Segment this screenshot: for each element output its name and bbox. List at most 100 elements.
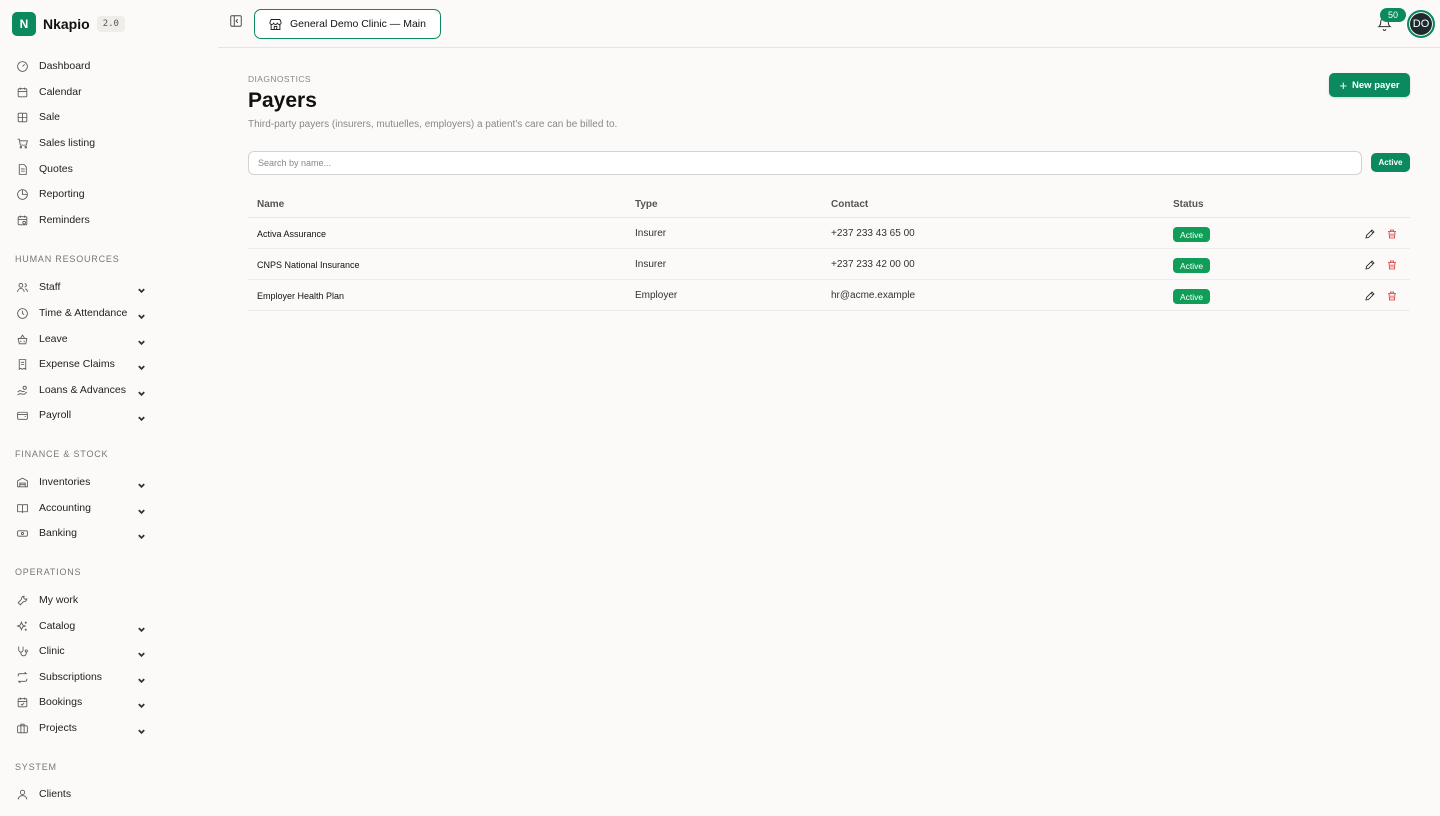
book-open-icon xyxy=(15,501,29,515)
sidebar-item-leave[interactable]: Leave xyxy=(15,327,152,351)
user-avatar[interactable]: DO xyxy=(1407,10,1435,38)
chevron-down-icon xyxy=(137,503,146,515)
column-header-status[interactable]: Status xyxy=(1173,199,1204,210)
sidebar-item-bookings[interactable]: Bookings xyxy=(15,690,152,714)
sidebar-item-inventories[interactable]: Inventories xyxy=(15,470,152,494)
new-payer-button[interactable]: + New payer xyxy=(1329,73,1410,97)
status-badge: Active xyxy=(1173,227,1211,242)
sidebar-item-catalog[interactable]: Catalog xyxy=(15,614,152,638)
brand[interactable]: N Nkapio 2.0 xyxy=(12,12,125,36)
delete-button[interactable] xyxy=(1386,289,1399,302)
payer-name[interactable]: CNPS National Insurance xyxy=(257,260,360,270)
sidebar-item-label: Catalog xyxy=(39,620,76,632)
sidebar-item-clients[interactable]: Clients xyxy=(15,782,152,806)
sidebar-item-calendar[interactable]: Calendar xyxy=(15,80,152,104)
sidebar-item-label: Projects xyxy=(39,722,77,734)
edit-button[interactable] xyxy=(1364,258,1377,271)
gauge-icon xyxy=(15,59,29,73)
sidebar-item-reminders[interactable]: Reminders xyxy=(15,208,152,232)
sidebar-item-time-attendance[interactable]: Time & Attendance xyxy=(15,301,152,325)
payer-contact: hr@acme.example xyxy=(831,290,916,301)
sidebar-item-label: Expense Claims xyxy=(39,358,115,370)
sidebar: N Nkapio 2.0 Dashboard Calendar Sale Sal… xyxy=(0,0,218,816)
delete-button[interactable] xyxy=(1386,227,1399,240)
sidebar-item-subscriptions[interactable]: Subscriptions xyxy=(15,665,152,689)
column-header-type[interactable]: Type xyxy=(635,199,658,210)
sidebar-item-clinic[interactable]: Clinic xyxy=(15,639,152,663)
sidebar-item-label: Bookings xyxy=(39,696,83,708)
chevron-down-icon xyxy=(137,723,146,735)
column-header-name[interactable]: Name xyxy=(257,199,284,210)
user-icon xyxy=(15,787,29,801)
payer-name[interactable]: Employer Health Plan xyxy=(257,291,344,301)
sidebar-item-banking[interactable]: Banking xyxy=(15,521,152,545)
top-bar: General Demo Clinic — Main 50 DO xyxy=(218,0,1440,48)
notification-count-badge: 50 xyxy=(1380,8,1406,22)
sidebar-item-projects[interactable]: Projects xyxy=(15,716,152,740)
trash-icon xyxy=(1388,260,1396,270)
sidebar-item-payroll[interactable]: Payroll xyxy=(15,403,152,427)
chevron-down-icon xyxy=(137,385,146,397)
edit-button[interactable] xyxy=(1364,289,1377,302)
sidebar-item-label: Reporting xyxy=(39,188,85,200)
sidebar-item-accounting[interactable]: Accounting xyxy=(15,496,152,520)
sidebar-item-expense-claims[interactable]: Expense Claims xyxy=(15,352,152,376)
chevron-down-icon xyxy=(137,646,146,658)
plus-icon: + xyxy=(1339,77,1348,93)
sidebar-item-label: Payroll xyxy=(39,409,72,421)
chevron-down-icon xyxy=(137,359,146,371)
sidebar-toggle-button[interactable] xyxy=(229,14,243,28)
grid-icon xyxy=(15,110,29,124)
basket-icon xyxy=(15,332,29,346)
sidebar-item-label: Loans & Advances xyxy=(39,384,126,396)
trash-icon xyxy=(1388,229,1396,239)
breadcrumb: DIAGNOSTICS xyxy=(248,74,311,84)
search-input[interactable] xyxy=(248,151,1362,175)
sparkles-icon xyxy=(15,619,29,633)
section-human-resources: HUMAN RESOURCES xyxy=(15,254,120,264)
cart-icon xyxy=(15,136,29,150)
sidebar-item-label: Accounting xyxy=(39,502,91,514)
section-finance-stock: FINANCE & STOCK xyxy=(15,449,109,459)
delete-button[interactable] xyxy=(1386,258,1399,271)
sidebar-item-reporting[interactable]: Reporting xyxy=(15,182,152,206)
column-header-contact[interactable]: Contact xyxy=(831,199,868,210)
table-row[interactable]: CNPS National Insurance Insurer +237 233… xyxy=(248,249,1410,280)
sidebar-item-label: Inventories xyxy=(39,476,91,488)
trash-icon xyxy=(1388,291,1396,301)
sidebar-item-sale[interactable]: Sale xyxy=(15,105,152,129)
table-row[interactable]: Activa Assurance Insurer +237 233 43 65 … xyxy=(248,218,1410,249)
calendar-check-icon xyxy=(15,695,29,709)
chevron-down-icon xyxy=(137,477,146,489)
sidebar-item-label: Time & Attendance xyxy=(39,307,128,319)
sidebar-item-staff[interactable]: Staff xyxy=(15,275,152,299)
clinic-switcher-button[interactable]: General Demo Clinic — Main xyxy=(254,9,441,39)
calendar-icon xyxy=(15,85,29,99)
pencil-icon xyxy=(1365,291,1375,301)
chevron-down-icon xyxy=(137,334,146,346)
page-subtitle: Third-party payers (insurers, mutuelles,… xyxy=(248,119,618,130)
payer-name[interactable]: Activa Assurance xyxy=(257,229,326,239)
active-filter-button[interactable]: Active xyxy=(1371,153,1410,172)
wallet-icon xyxy=(15,408,29,422)
pie-chart-icon xyxy=(15,187,29,201)
sidebar-item-quotes[interactable]: Quotes xyxy=(15,157,152,181)
clock-icon xyxy=(15,306,29,320)
sidebar-item-label: Clients xyxy=(39,788,72,800)
sidebar-item-dashboard[interactable]: Dashboard xyxy=(15,54,152,78)
page-title: Payers xyxy=(248,89,317,112)
sidebar-item-label: Leave xyxy=(39,333,68,345)
sidebar-item-my-work[interactable]: My work xyxy=(15,588,152,612)
pencil-icon xyxy=(1365,229,1375,239)
edit-button[interactable] xyxy=(1364,227,1377,240)
sidebar-item-sales-listing[interactable]: Sales listing xyxy=(15,131,152,155)
document-icon xyxy=(15,162,29,176)
sidebar-item-label: Subscriptions xyxy=(39,671,103,683)
pencil-icon xyxy=(1365,260,1375,270)
payer-type: Insurer xyxy=(635,228,667,239)
sidebar-item-loans-advances[interactable]: Loans & Advances xyxy=(15,378,152,402)
status-badge: Active xyxy=(1173,289,1211,304)
table-row[interactable]: Employer Health Plan Employer hr@acme.ex… xyxy=(248,280,1410,311)
sidebar-item-label: Dashboard xyxy=(39,60,91,72)
sidebar-item-label: Calendar xyxy=(39,86,82,98)
